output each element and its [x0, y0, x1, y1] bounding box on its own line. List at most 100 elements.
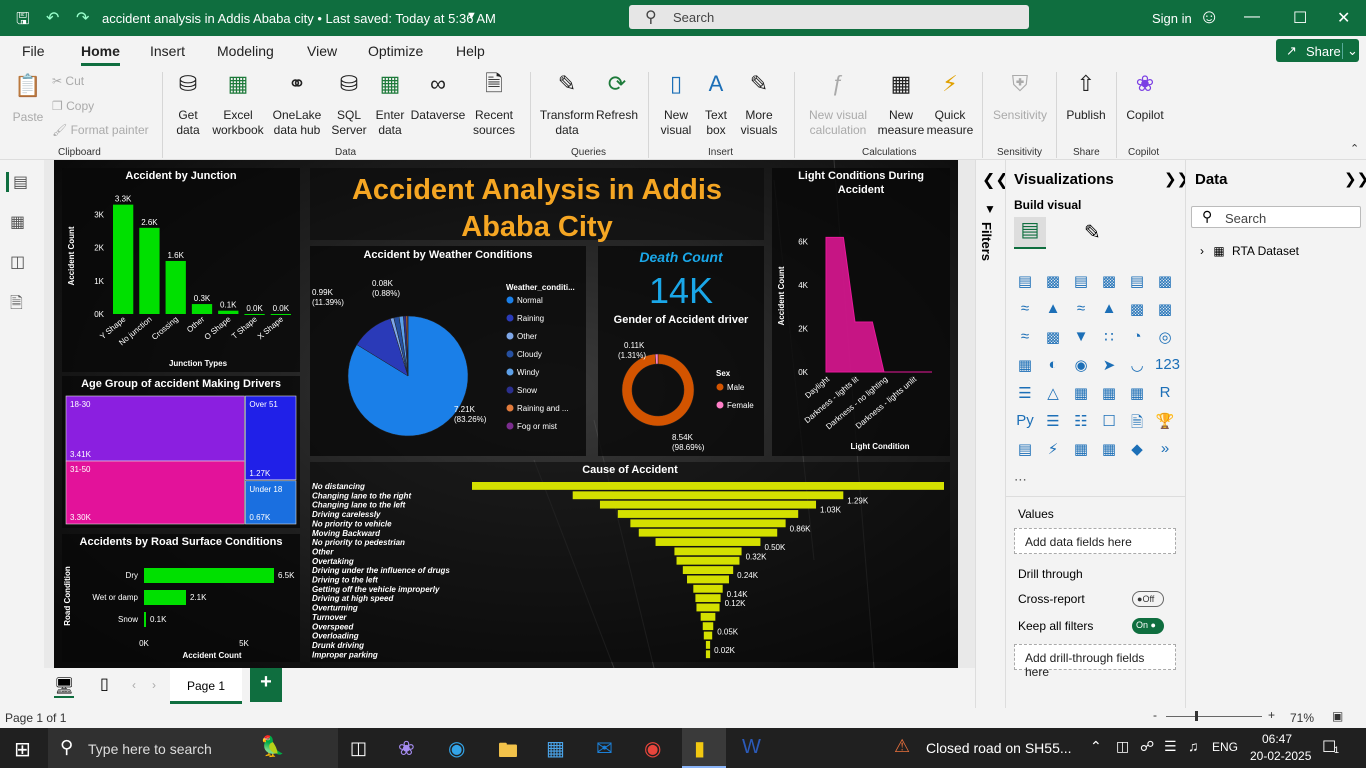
chrome-icon[interactable]: ◉ — [644, 736, 661, 761]
maximize-icon[interactable]: ☐ — [1293, 8, 1307, 28]
line-chart-icon[interactable]: ≈ — [1015, 300, 1035, 320]
excel-workbook-button[interactable]: ▦Excel workbook — [208, 76, 268, 138]
drill-through-well[interactable]: Add drill-through fields here — [1014, 644, 1176, 670]
area-chart-icon[interactable]: ▲ — [1043, 300, 1063, 320]
collapse-ribbon-icon[interactable]: ⌃ — [1350, 142, 1359, 155]
copilot-button[interactable]: ❀Copilot — [1122, 76, 1168, 123]
clustered-column-icon[interactable]: ▩ — [1099, 272, 1119, 292]
multi-row-card-icon[interactable]: ☰ — [1015, 384, 1035, 404]
waterfall-icon[interactable]: ≈ — [1015, 328, 1035, 348]
quick-measure-button[interactable]: ⚡Quick measure — [926, 76, 974, 138]
paginated-report-icon[interactable]: ▤ — [1015, 440, 1035, 460]
volume-icon[interactable]: ♫ — [1188, 738, 1199, 754]
map-icon[interactable]: ◐ — [1043, 356, 1063, 376]
power-automate-icon[interactable]: ▦ — [1071, 440, 1091, 460]
paste-button[interactable]: 📋Paste — [10, 78, 46, 125]
power-apps-icon[interactable]: ⚡ — [1043, 440, 1063, 460]
clock-time[interactable]: 06:47 — [1262, 732, 1292, 746]
slicer-icon[interactable]: ▦ — [1071, 384, 1091, 404]
treemap-icon[interactable]: ▦ — [1015, 356, 1035, 376]
search-input[interactable]: ⚲ Search — [629, 5, 1029, 29]
tab-page-1[interactable]: Page 1 — [170, 668, 242, 704]
add-page-button[interactable]: + — [250, 668, 282, 702]
stacked-bar-icon[interactable]: ▤ — [1015, 272, 1035, 292]
desktop-layout-icon[interactable]: 🖥 — [54, 676, 74, 698]
zoom-slider[interactable] — [1166, 716, 1262, 717]
filled-map-icon[interactable]: ◉ — [1071, 356, 1091, 376]
cut-button[interactable]: ✂ Cut — [52, 74, 84, 89]
menu-help[interactable]: Help — [456, 43, 485, 59]
stacked-column-icon[interactable]: ▩ — [1043, 272, 1063, 292]
azure-map-icon[interactable]: ➤ — [1099, 356, 1119, 376]
build-visual-tab-icon[interactable]: ▤ — [1014, 217, 1046, 249]
pie-icon[interactable]: ◔ — [1127, 328, 1147, 348]
chevron-up-icon[interactable]: ⌃ — [1090, 738, 1102, 755]
gender-donut-chart[interactable]: Gender of Accident driver SexMaleFemale8… — [598, 312, 764, 456]
filters-pane-collapsed[interactable]: ❮❮ ▼ Filters — [975, 160, 1005, 708]
get-data-button[interactable]: ⛁Get data — [168, 76, 208, 138]
powerbi-taskbar-button[interactable]: ▮ — [682, 728, 726, 768]
transform-data-button[interactable]: ✎Transform data — [538, 76, 596, 138]
scatter-icon[interactable]: ▩ — [1043, 328, 1063, 348]
menu-home[interactable]: Home — [81, 43, 120, 66]
text-box-button[interactable]: AText box — [698, 76, 734, 138]
qa-icon[interactable]: ☐ — [1099, 412, 1119, 432]
data-search-input[interactable]: ⚲ Search — [1191, 206, 1361, 228]
matrix-icon[interactable]: ▦ — [1127, 384, 1147, 404]
dax-query-icon[interactable]: 🗎 — [10, 292, 23, 319]
format-painter-button[interactable]: 🖌 Format painter — [52, 123, 149, 138]
redo-icon[interactable]: ↷ — [76, 8, 89, 28]
100-column-icon[interactable]: ▩ — [1155, 272, 1175, 292]
chevrons-icon[interactable]: » — [1155, 440, 1175, 460]
more-visuals-icon[interactable]: ⋯ — [1014, 472, 1027, 488]
refresh-button[interactable]: ⟳Refresh — [596, 76, 638, 123]
decomposition-tree-icon[interactable]: ☷ — [1071, 412, 1091, 432]
more-visuals-button[interactable]: ✎More visuals — [734, 76, 784, 138]
file-explorer-icon[interactable]: 🖿 — [498, 736, 518, 770]
r-visual-icon[interactable]: R — [1155, 384, 1175, 404]
new-visual-calculation-button[interactable]: ƒNew visual calculation — [802, 76, 874, 138]
close-icon[interactable]: ✕ — [1337, 8, 1350, 28]
key-influencers-icon[interactable]: ☰ — [1043, 412, 1063, 432]
wifi-icon[interactable]: ☰ — [1164, 738, 1177, 755]
table-view-icon[interactable]: ▦ — [10, 212, 25, 232]
road-surface-chart[interactable]: Accidents by Road Surface Conditions Dry… — [62, 534, 300, 662]
age-group-treemap[interactable]: Age Group of accident Making Drivers 18-… — [62, 376, 300, 528]
values-well[interactable]: Add data fields here — [1014, 528, 1176, 554]
publish-button[interactable]: ⇧Publish — [1062, 76, 1110, 123]
100-bar-icon[interactable]: ▤ — [1127, 272, 1147, 292]
minimize-icon[interactable]: — — [1244, 8, 1260, 26]
card-icon[interactable]: 123 — [1155, 356, 1175, 376]
narrative-icon[interactable]: 🗎 — [1127, 412, 1147, 432]
sign-in-link[interactable]: Sign in — [1152, 11, 1192, 26]
menu-file[interactable]: File — [22, 43, 45, 59]
sql-server-button[interactable]: ⛁SQL Server — [328, 76, 370, 138]
chevron-down-icon[interactable]: ⌄ — [1342, 43, 1358, 59]
report-view-icon[interactable]: ▤ — [6, 172, 28, 192]
card-new-icon[interactable]: ▦ — [1099, 440, 1119, 460]
line-column-icon[interactable]: ▩ — [1127, 300, 1147, 320]
account-icon[interactable]: ☺ — [1199, 6, 1219, 29]
taskbar-search-input[interactable]: ⚲ Type here to search 🦜 — [48, 728, 338, 768]
scatter-dots-icon[interactable]: ∷ — [1099, 328, 1119, 348]
python-visual-icon[interactable]: Py — [1015, 412, 1035, 432]
keep-filters-toggle[interactable]: On ● — [1132, 618, 1164, 634]
meet-icon[interactable]: ◫ — [1116, 738, 1129, 755]
menu-modeling[interactable]: Modeling — [217, 43, 274, 59]
recent-sources-button[interactable]: 🗎Recent sources — [466, 76, 522, 138]
kpi-icon[interactable]: △ — [1043, 384, 1063, 404]
light-conditions-chart[interactable]: Light Conditions During Accident 0K2K4K6… — [772, 168, 950, 456]
menu-view[interactable]: View — [307, 43, 337, 59]
junction-chart[interactable]: Accident by Junction 0K1K2K3K3.3KY Shape… — [62, 168, 300, 372]
death-count-card[interactable]: Death Count 14K — [598, 246, 764, 312]
zoom-slider-thumb[interactable] — [1195, 711, 1198, 721]
clustered-bar-icon[interactable]: ▤ — [1071, 272, 1091, 292]
cross-report-toggle[interactable]: ●Off — [1132, 591, 1164, 607]
format-visual-tab-icon[interactable]: ✎ — [1084, 220, 1101, 245]
windows-start-icon[interactable]: ⊞ — [14, 737, 31, 762]
undo-icon[interactable]: ↶ — [46, 8, 59, 28]
menu-optimize[interactable]: Optimize — [368, 43, 423, 59]
news-widget[interactable]: Closed road on SH55... — [926, 740, 1072, 756]
model-view-icon[interactable]: ◫ — [10, 252, 25, 272]
chevron-down-icon[interactable]: ▼ — [466, 10, 477, 22]
